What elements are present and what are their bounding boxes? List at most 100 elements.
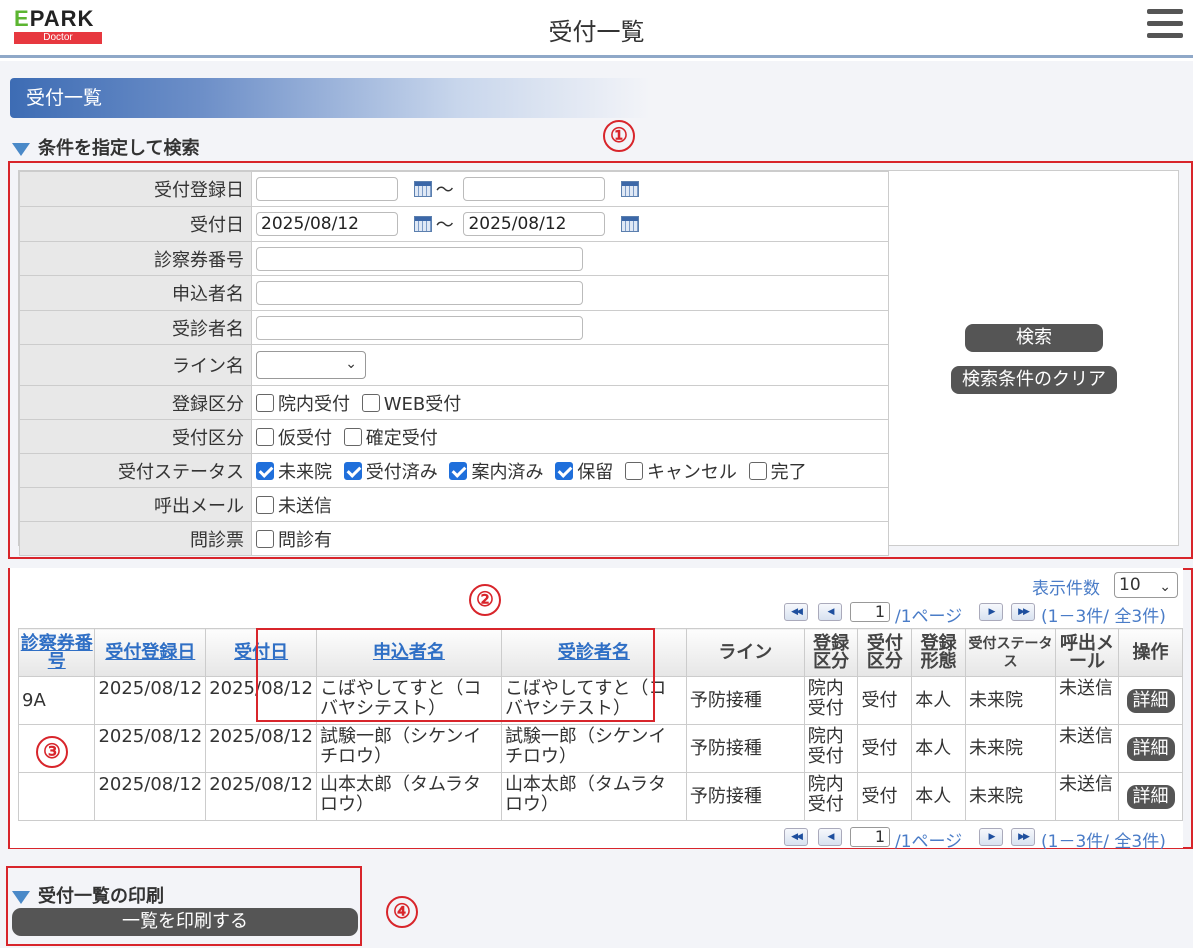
line-select[interactable]: ⌄ — [256, 351, 366, 379]
cell-line: 予防接種 — [685, 772, 805, 821]
checkbox-confirmed[interactable] — [343, 427, 362, 446]
patient-label: 受診者名 — [19, 310, 252, 345]
checkbox-status-cancel[interactable] — [624, 461, 643, 480]
checkbox-status-complete[interactable] — [748, 461, 767, 480]
column-header-card-no[interactable]: 診察券番号 — [17, 628, 96, 677]
epark-doctor-logo[interactable]: EPARK Doctor — [14, 8, 104, 44]
logo-main-text: EPARK — [14, 6, 95, 31]
calendar-icon[interactable] — [413, 216, 432, 232]
calendar-icon[interactable] — [621, 181, 640, 197]
checkbox-status-received[interactable] — [343, 461, 362, 480]
cell-reg-date: 2025/08/12 — [94, 724, 207, 773]
logo-main-rest: PARK — [29, 6, 95, 31]
cell-line: 予防接種 — [685, 724, 805, 773]
cell-line: 予防接種 — [685, 676, 805, 725]
recept-date-label: 受付日 — [19, 206, 252, 242]
per-page-select[interactable]: 10 ⌄ — [1114, 572, 1178, 598]
cell-reg-type: 院内受付 — [803, 724, 859, 773]
column-header-reg-type: 登録区分 — [803, 628, 859, 677]
cell-recept-type: 受付 — [857, 724, 913, 773]
cell-recept-type: 受付 — [857, 676, 913, 725]
recept-date-from-input[interactable] — [256, 212, 398, 236]
checkbox-mail-unsent[interactable] — [256, 495, 274, 514]
checkbox-questionnaire[interactable] — [256, 529, 274, 548]
search-button[interactable]: 検索 — [965, 324, 1103, 352]
page-number-input[interactable]: 1 — [850, 827, 890, 847]
page-number-input[interactable]: 1 — [850, 602, 890, 622]
checkbox-reg-inhouse[interactable] — [256, 393, 274, 412]
next-page-icon[interactable]: ▶ — [979, 603, 1003, 621]
recept-type-label: 受付区分 — [19, 419, 252, 454]
detail-button[interactable]: 詳細 — [1126, 688, 1175, 713]
status-label: 受付ステータス — [19, 453, 252, 488]
checkbox-label: 確定受付 — [365, 427, 438, 449]
checkbox-reg-web[interactable] — [361, 393, 380, 412]
checkbox-status-hold[interactable] — [555, 461, 574, 480]
checkbox-status-guided[interactable] — [449, 461, 468, 480]
chevron-down-icon: ⌄ — [345, 356, 357, 372]
column-header-reg-date[interactable]: 受付登録日 — [94, 628, 207, 677]
cell-recept-date: 2025/08/12 — [205, 724, 317, 773]
column-header-recept-type: 受付区分 — [857, 628, 913, 677]
last-page-icon[interactable]: ▶▶ — [1011, 828, 1035, 846]
patient-input[interactable] — [256, 315, 583, 340]
hamburger-menu-icon[interactable] — [1147, 9, 1183, 41]
annotation-marker-4: ④ — [386, 896, 418, 928]
checkbox-label: 完了 — [770, 461, 807, 483]
checkbox-provisional[interactable] — [256, 427, 274, 446]
cell-reg-date: 2025/08/12 — [94, 772, 207, 821]
triangle-down-icon — [12, 890, 30, 904]
prev-page-icon[interactable]: ◀ — [818, 828, 842, 846]
cell-reg-form: 本人 — [911, 772, 967, 821]
detail-button[interactable]: 詳細 — [1126, 784, 1175, 809]
cell-recept-type: 受付 — [857, 772, 913, 821]
calendar-icon[interactable] — [621, 216, 640, 232]
cell-reg-type: 院内受付 — [803, 676, 859, 725]
cell-reg-date: 2025/08/12 — [94, 676, 207, 725]
prev-page-icon[interactable]: ◀ — [818, 603, 842, 621]
column-header-reg-form: 登録形態 — [911, 628, 967, 677]
cell-call-mail: 未送信 — [1054, 676, 1120, 725]
cell-applicant: 試験一郎（シケンイチロウ） — [315, 724, 502, 773]
cell-reg-form: 本人 — [911, 676, 967, 725]
range-tilde: ～ — [435, 215, 454, 236]
checkbox-label: 受付済み — [365, 461, 438, 483]
line-label: ライン名 — [19, 344, 252, 386]
annotation-box-names — [256, 628, 655, 722]
applicant-label: 申込者名 — [19, 275, 252, 311]
questionnaire-label: 問診票 — [19, 521, 252, 556]
annotation-marker-2: ② — [469, 584, 501, 616]
range-tilde: ～ — [435, 180, 454, 201]
first-page-icon[interactable]: ◀◀ — [784, 603, 808, 621]
search-form-panel: 受付登録日 ～ 受付日 ～ 診察券番号 申込者名 — [18, 170, 1179, 556]
next-page-icon[interactable]: ▶ — [979, 828, 1003, 846]
print-list-button[interactable]: 一覧を印刷する — [12, 908, 358, 936]
checkbox-label: キャンセル — [646, 461, 737, 483]
applicant-input[interactable] — [256, 281, 583, 305]
reg-date-from-input[interactable] — [256, 177, 398, 201]
per-page-label: 表示件数 — [1032, 579, 1100, 599]
section-title-banner: 受付一覧 — [10, 78, 650, 118]
page-title: 受付一覧 — [548, 18, 645, 46]
calendar-icon[interactable] — [413, 181, 432, 197]
checkbox-label: 問診有 — [278, 529, 332, 551]
detail-button[interactable]: 詳細 — [1126, 736, 1175, 761]
logo-sub-text: Doctor — [14, 32, 102, 44]
search-heading[interactable]: 条件を指定して検索 — [12, 134, 199, 160]
reg-date-to-input[interactable] — [463, 177, 606, 201]
total-pages-text: /1ページ — [895, 607, 963, 627]
reg-type-label: 登録区分 — [19, 385, 252, 420]
column-header-status: 受付ステータス — [965, 628, 1056, 677]
cell-card-no: 9A — [17, 676, 96, 725]
print-heading[interactable]: 受付一覧の印刷 — [12, 882, 164, 908]
column-header-call-mail: 呼出メール — [1054, 628, 1120, 677]
card-no-input[interactable] — [256, 246, 583, 271]
annotation-marker-1: ① — [603, 120, 635, 152]
checkbox-label: 院内受付 — [278, 393, 350, 415]
last-page-icon[interactable]: ▶▶ — [1011, 603, 1035, 621]
cell-recept-date: 2025/08/12 — [205, 772, 317, 821]
checkbox-status-not-arrived[interactable] — [256, 461, 274, 480]
first-page-icon[interactable]: ◀◀ — [784, 828, 808, 846]
clear-conditions-button[interactable]: 検索条件のクリア — [951, 366, 1117, 394]
recept-date-to-input[interactable] — [463, 212, 606, 236]
